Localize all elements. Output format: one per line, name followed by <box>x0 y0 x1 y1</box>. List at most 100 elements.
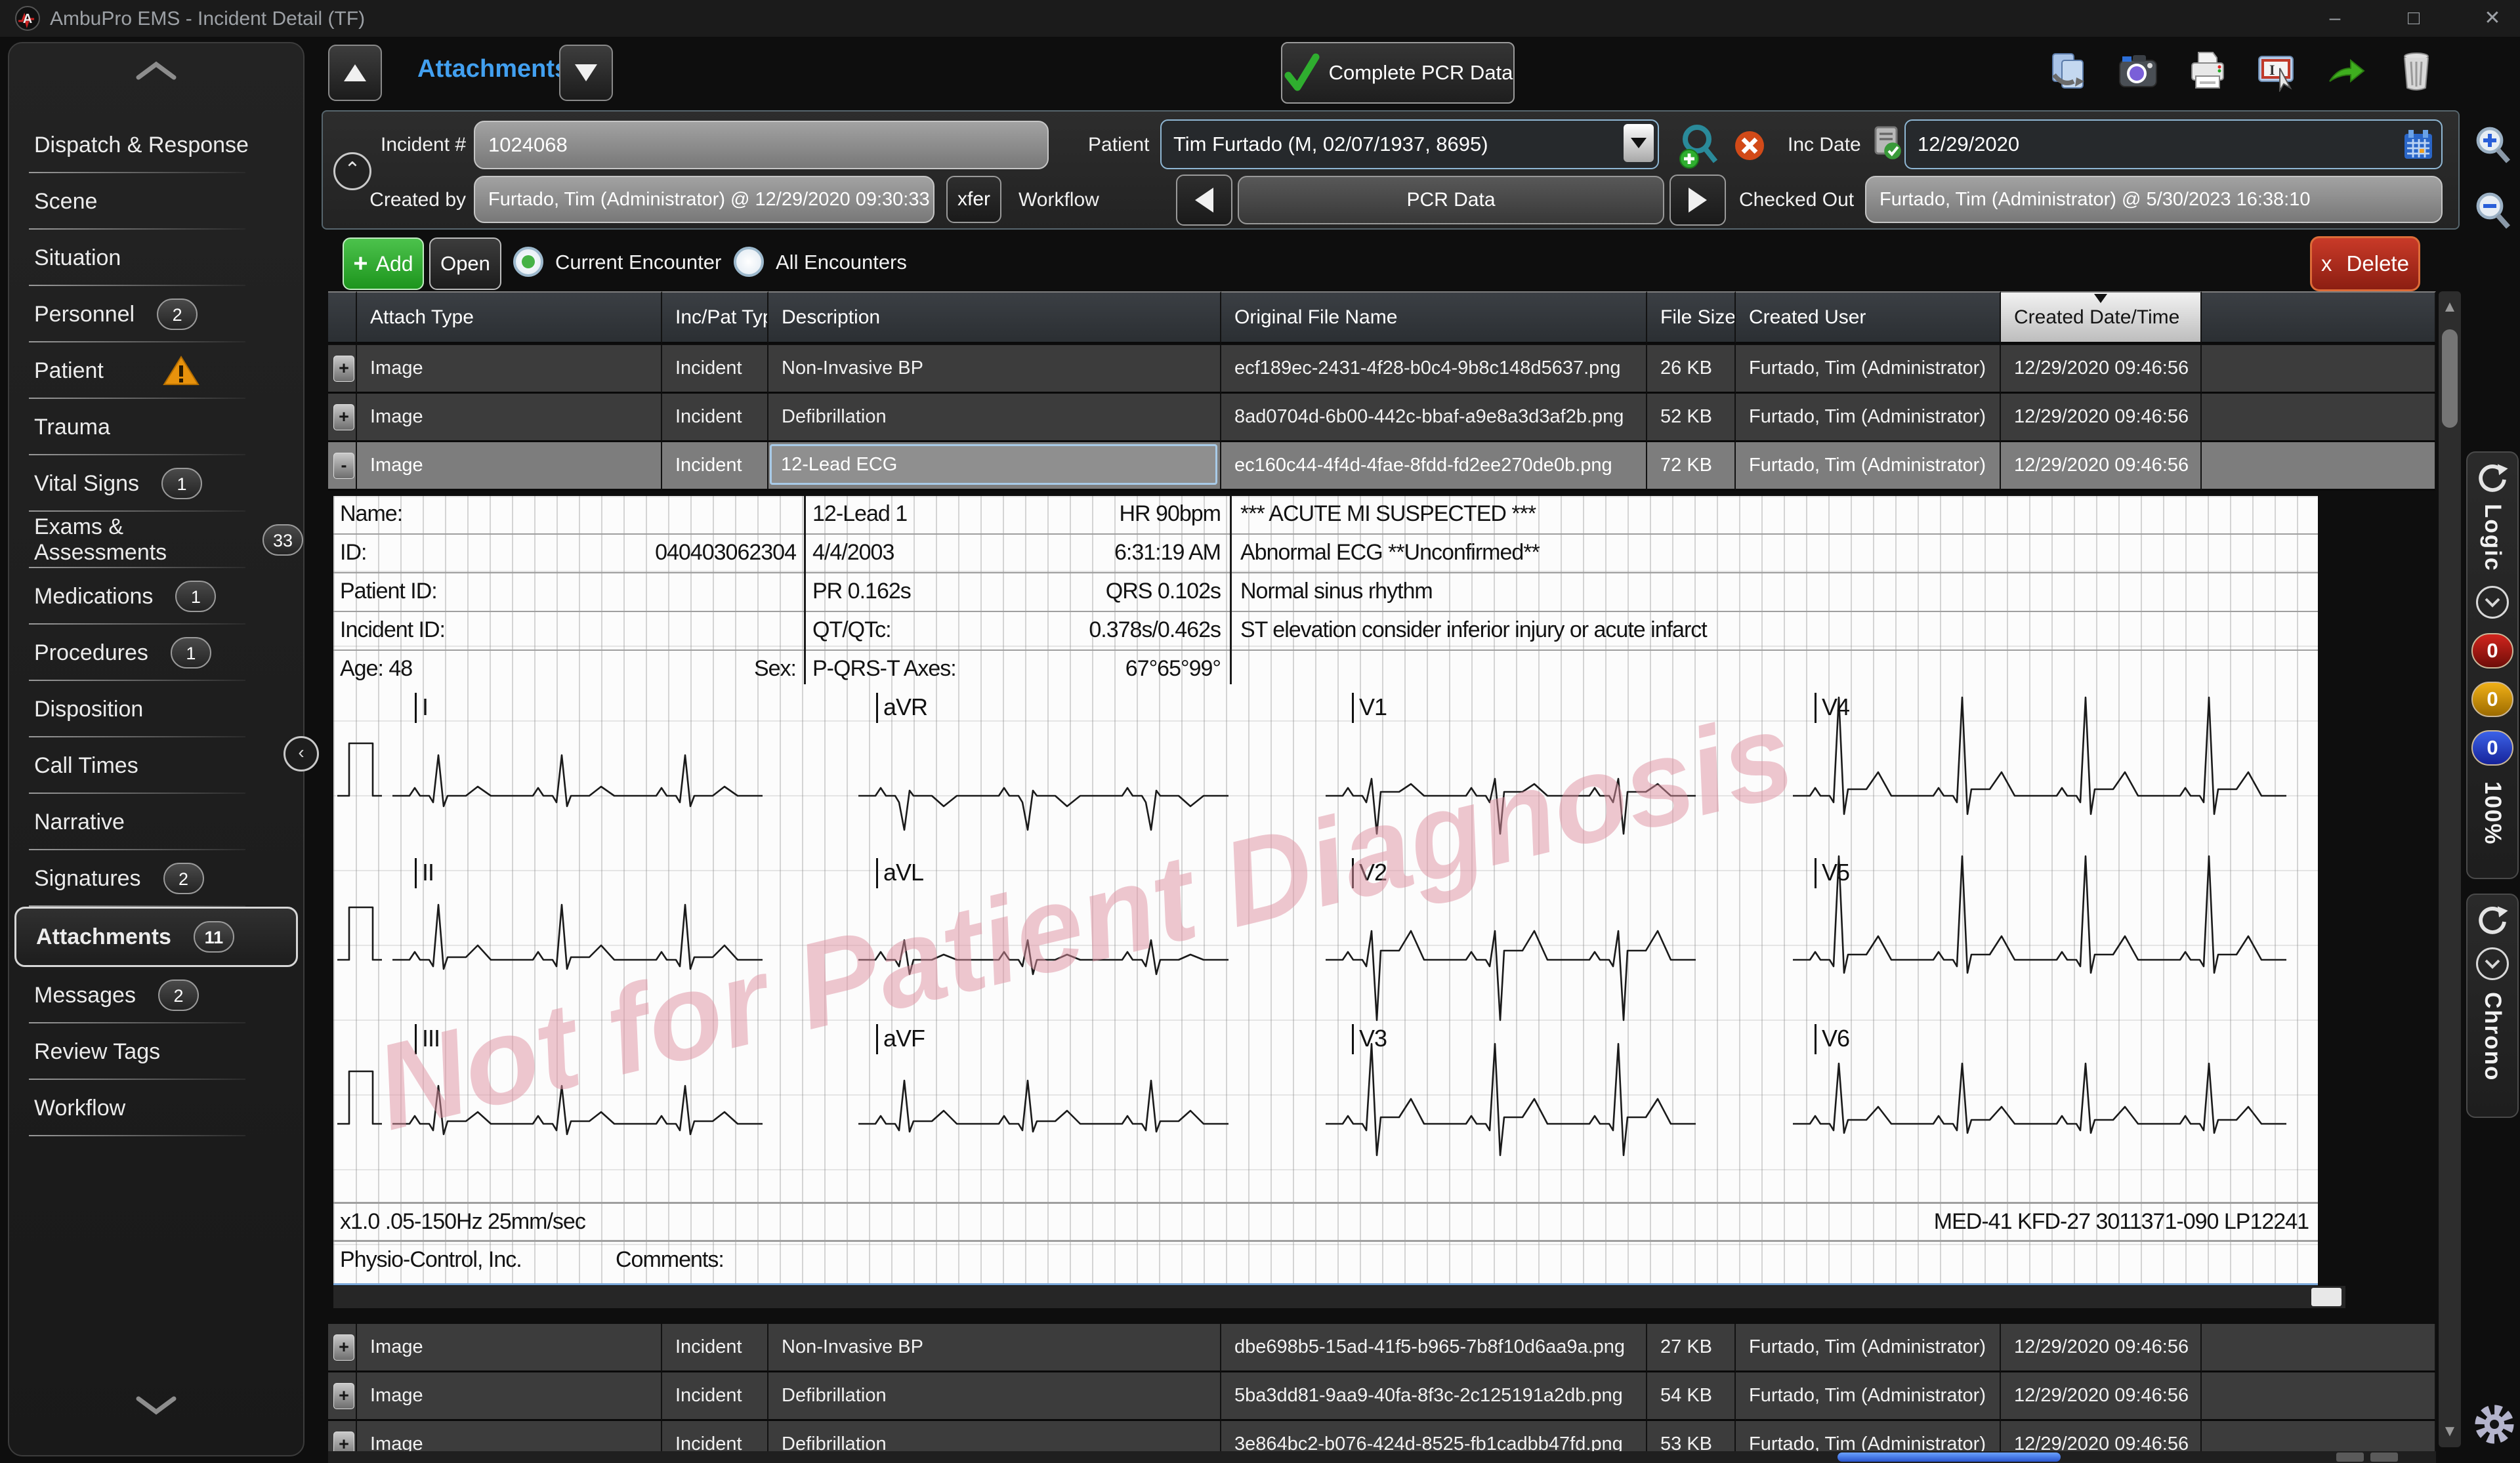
attachment-row[interactable]: + Image Incident Non-Invasive BP dbe698b5-… <box>328 1324 2436 1372</box>
collapse-row-button[interactable]: - <box>333 452 354 479</box>
scroll-right-button[interactable] <box>2370 1453 2398 1462</box>
sidebar-item-disposition[interactable]: Disposition <box>9 681 303 737</box>
attachment-row[interactable]: + Image Incident Defibrillation 8ad0704d-6… <box>328 394 2436 442</box>
table-horizontal-scrollbar[interactable] <box>328 1451 2436 1463</box>
logic-info-badge[interactable]: 0 <box>2471 730 2513 766</box>
expand-row-button[interactable]: + <box>333 355 354 382</box>
zoom-in-icon[interactable] <box>2471 123 2513 165</box>
logic-warning-badge[interactable]: 0 <box>2471 682 2513 718</box>
logic-refresh-icon[interactable] <box>2475 462 2510 497</box>
sidebar-item-procedures[interactable]: Procedures 1 <box>9 625 303 681</box>
column-created-user[interactable]: Created User <box>1736 291 2001 344</box>
scrollbar-thumb[interactable] <box>2442 329 2458 428</box>
scroll-left-button[interactable] <box>2336 1453 2364 1462</box>
logic-expand-icon[interactable] <box>2476 586 2509 619</box>
add-attachment-button[interactable]: + Add <box>343 237 424 290</box>
delete-attachment-button[interactable]: x Delete <box>2310 236 2420 291</box>
sidebar-item-trauma[interactable]: Trauma <box>9 399 303 455</box>
sidebar-collapse-button[interactable]: ‹ <box>284 736 319 772</box>
column-file-size[interactable]: File Size <box>1647 291 1736 344</box>
minimize-button[interactable]: – <box>2315 5 2355 31</box>
sidebar-scroll-down-icon[interactable] <box>9 1395 303 1420</box>
inc-date-input[interactable]: 12/29/2020 <box>1904 119 2443 169</box>
sidebar-item-personnel[interactable]: Personnel 2 <box>9 286 303 342</box>
forward-icon[interactable] <box>2326 50 2368 92</box>
maximize-button[interactable]: □ <box>2394 5 2433 31</box>
patient-dropdown-button[interactable] <box>1624 124 1654 162</box>
scrollbar-thumb[interactable] <box>1838 1453 2061 1462</box>
open-attachment-button[interactable]: Open <box>429 237 501 290</box>
chrono-expand-icon[interactable] <box>2476 947 2509 980</box>
ecg-image-preview[interactable]: Name: 12-Lead 1 HR 90bpm *** ACUTE MI SUSP… <box>333 496 2318 1285</box>
expand-row-button[interactable]: + <box>333 1382 354 1409</box>
sidebar-item-narrative[interactable]: Narrative <box>9 794 303 850</box>
svg-text:A: A <box>23 12 32 26</box>
workflow-state-field[interactable]: PCR Data <box>1238 176 1664 224</box>
close-button[interactable]: ✕ <box>2473 5 2512 31</box>
chrono-refresh-icon[interactable] <box>2475 904 2510 939</box>
lead-label: I <box>415 693 429 723</box>
logic-error-badge[interactable]: 0 <box>2471 633 2513 669</box>
patient-search-add-icon[interactable] <box>1676 122 1721 169</box>
logic-panel: Logic 0 0 0 100% <box>2466 451 2519 879</box>
xfer-button[interactable]: xfer <box>946 176 1001 223</box>
sidebar-item-review-tags[interactable]: Review Tags <box>9 1023 303 1080</box>
scroll-up-icon[interactable]: ▲ <box>2439 298 2461 316</box>
workflow-label: Workflow <box>1018 189 1099 211</box>
ecg-header-divider <box>1230 496 1232 684</box>
sidebar-item-attachments[interactable]: Attachments 11 <box>14 907 298 967</box>
column-attach-type[interactable]: Attach Type <box>357 291 662 344</box>
sidebar-item-patient[interactable]: Patient <box>9 342 303 399</box>
sidebar-item-call-times[interactable]: Call Times <box>9 737 303 794</box>
column-description[interactable]: Description <box>768 291 1221 344</box>
calendar-icon[interactable] <box>2402 129 2435 161</box>
incident-header-panel: ⌃ Incident # 1024068 Patient Tim Furtado… <box>322 110 2460 230</box>
sidebar-item-vital-signs[interactable]: Vital Signs 1 <box>9 455 303 512</box>
workflow-next-button[interactable] <box>1670 175 1726 226</box>
ecg-footer-row: x1.0 .05-150Hz 25mm/sec MED-41 KFD-27 30… <box>333 1202 2318 1242</box>
section-next-button[interactable] <box>559 45 613 101</box>
text-select-icon[interactable]: I <box>2256 50 2298 92</box>
column-inc-pat-type[interactable]: Inc/Pat Type <box>662 291 768 344</box>
copy-icon[interactable] <box>2048 50 2090 92</box>
scroll-down-icon[interactable]: ▼ <box>2439 1422 2461 1441</box>
attachment-row-selected[interactable]: - Image Incident 12-Lead ECG ec160c44-4f4… <box>328 442 2436 491</box>
sidebar-item-signatures[interactable]: Signatures 2 <box>9 850 303 907</box>
column-original-file-name[interactable]: Original File Name <box>1221 291 1647 344</box>
sidebar-item-exams-assessments[interactable]: Exams & Assessments 33 <box>9 512 303 568</box>
attachment-row[interactable]: + Image Incident Non-Invasive BP ecf189ec-… <box>328 345 2436 394</box>
ecg-header-row: Name: 12-Lead 1 HR 90bpm *** ACUTE MI SUSP… <box>333 496 2318 535</box>
expand-row-button[interactable]: + <box>333 403 354 430</box>
current-encounter-radio[interactable] <box>513 247 543 277</box>
sidebar-item-scene[interactable]: Scene <box>9 173 303 230</box>
print-icon[interactable] <box>2187 50 2229 92</box>
column-created-datetime[interactable]: Created Date/Time <box>2001 291 2202 344</box>
section-prev-button[interactable] <box>328 45 382 101</box>
sidebar-scroll-up-icon[interactable] <box>9 59 303 85</box>
all-encounters-radio[interactable] <box>734 247 764 277</box>
attachment-row[interactable]: + Image Incident Defibrillation 5ba3dd81-9… <box>328 1372 2436 1421</box>
sidebar-item-dispatch-response[interactable]: Dispatch & Response <box>9 117 303 173</box>
workflow-prev-button[interactable] <box>1176 175 1232 226</box>
ecg-header-row: ID: 040403062304 4/4/2003 6:31:19 AM Abnorm… <box>333 535 2318 573</box>
camera-icon[interactable] <box>2117 50 2159 92</box>
sidebar-item-messages[interactable]: Messages 2 <box>9 967 303 1023</box>
image-horizontal-scrollbar[interactable] <box>333 1286 2345 1308</box>
sidebar-item-workflow[interactable]: Workflow <box>9 1080 303 1136</box>
incident-number-input[interactable]: 1024068 <box>474 121 1049 169</box>
scrollbar-thumb[interactable] <box>2311 1288 2342 1306</box>
checked-out-label: Checked Out <box>1739 189 1855 211</box>
patient-clear-icon[interactable] <box>1732 129 1767 163</box>
collapse-header-button[interactable]: ⌃ <box>333 152 371 190</box>
settings-gear-icon[interactable] <box>2471 1401 2517 1447</box>
delete-trash-icon[interactable] <box>2395 50 2437 92</box>
patient-select[interactable]: Tim Furtado (M, 02/07/1937, 8695) <box>1160 119 1659 169</box>
complete-pcr-data-button[interactable]: Complete PCR Data <box>1281 42 1515 104</box>
table-vertical-scrollbar[interactable]: ▲ ▼ <box>2439 291 2461 1447</box>
description-cell-editing[interactable]: 12-Lead ECG <box>770 444 1217 485</box>
expand-row-button[interactable]: + <box>333 1334 354 1361</box>
sidebar-item-medications[interactable]: Medications 1 <box>9 568 303 625</box>
zoom-out-icon[interactable] <box>2471 189 2513 231</box>
sidebar-item-situation[interactable]: Situation <box>9 230 303 286</box>
attachments-table-header: Attach Type Inc/Pat Type Description Ori… <box>328 291 2436 344</box>
